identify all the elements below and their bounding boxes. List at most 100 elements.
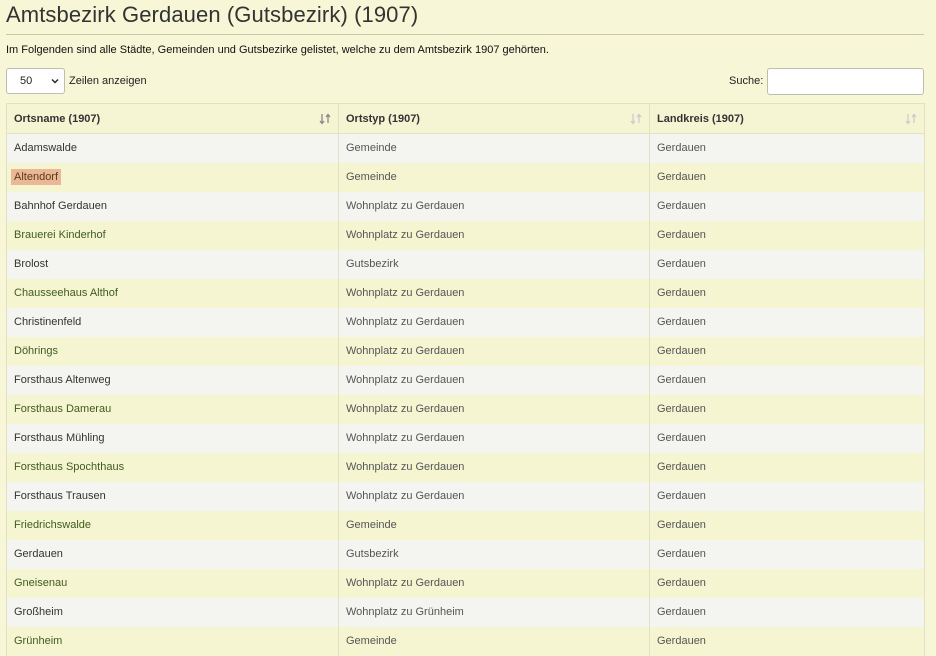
- cell-text: Gemeinde: [346, 519, 397, 531]
- table-body: Adamswalde Gemeinde Gerdauen Altendorf Gemei…: [6, 133, 925, 656]
- cell-text: Gemeinde: [346, 635, 397, 647]
- place-link[interactable]: Adamswalde: [14, 142, 77, 154]
- ortstyp-cell: Wohnplatz zu Gerdauen: [338, 278, 650, 308]
- place-link[interactable]: Döhrings: [14, 345, 58, 357]
- ortsname-cell[interactable]: Döhrings: [6, 336, 339, 366]
- landkreis-cell: Gerdauen: [649, 568, 925, 598]
- landkreis-cell: Gerdauen: [649, 336, 925, 366]
- place-link[interactable]: Brauerei Kinderhof: [14, 229, 106, 241]
- cell-text: Gerdauen: [657, 287, 706, 299]
- cell-text: Wohnplatz zu Gerdauen: [346, 374, 465, 386]
- ortsname-cell[interactable]: Brolost: [6, 249, 339, 279]
- landkreis-cell: Gerdauen: [649, 597, 925, 627]
- table-row[interactable]: Großheim Wohnplatz zu Grünheim Gerdauen: [6, 597, 925, 627]
- rows-per-page-select[interactable]: 50: [6, 68, 65, 94]
- ortsname-cell[interactable]: Großheim: [6, 597, 339, 627]
- ortstyp-cell: Wohnplatz zu Gerdauen: [338, 307, 650, 337]
- place-link[interactable]: Forsthaus Trausen: [14, 490, 106, 502]
- table-row[interactable]: Friedrichswalde Gemeinde Gerdauen: [6, 510, 925, 540]
- ortsname-cell[interactable]: Forsthaus Spochthaus: [6, 452, 339, 482]
- table-row[interactable]: Brauerei Kinderhof Wohnplatz zu Gerdauen G…: [6, 220, 925, 250]
- ortsname-cell[interactable]: Forsthaus Damerau: [6, 394, 339, 424]
- ortstyp-cell: Wohnplatz zu Grünheim: [338, 597, 650, 627]
- table-row[interactable]: Döhrings Wohnplatz zu Gerdauen Gerdauen: [6, 336, 925, 366]
- cell-text: Wohnplatz zu Gerdauen: [346, 403, 465, 415]
- ortsname-cell[interactable]: Chausseehaus Althof: [6, 278, 339, 308]
- cell-text: Gerdauen: [657, 461, 706, 473]
- table-row[interactable]: Forsthaus Altenweg Wohnplatz zu Gerdauen G…: [6, 365, 925, 395]
- ortsname-cell[interactable]: Forsthaus Trausen: [6, 481, 339, 511]
- ortsname-cell[interactable]: Bahnhof Gerdauen: [6, 191, 339, 221]
- ortsname-cell[interactable]: Gneisenau: [6, 568, 339, 598]
- page: Amtsbezirk Gerdauen (Gutsbezirk) (1907) …: [0, 0, 936, 656]
- landkreis-cell: Gerdauen: [649, 394, 925, 424]
- place-link[interactable]: Forsthaus Mühling: [14, 432, 105, 444]
- table-row[interactable]: Adamswalde Gemeinde Gerdauen: [6, 133, 925, 163]
- place-link[interactable]: Altendorf: [11, 169, 62, 185]
- cell-text: Wohnplatz zu Gerdauen: [346, 577, 465, 589]
- cell-text: Gerdauen: [657, 548, 706, 560]
- column-header-label: Ortsname (1907): [14, 112, 101, 125]
- search-input[interactable]: [767, 68, 924, 95]
- chevron-down-icon: [51, 79, 59, 84]
- ortstyp-cell: Wohnplatz zu Gerdauen: [338, 220, 650, 250]
- table-row[interactable]: Altendorf Gemeinde Gerdauen: [6, 162, 925, 192]
- landkreis-cell: Gerdauen: [649, 220, 925, 250]
- sort-arrows-icon: [630, 113, 642, 125]
- cell-text: Wohnplatz zu Gerdauen: [346, 287, 465, 299]
- cell-text: Gerdauen: [657, 374, 706, 386]
- place-link[interactable]: Forsthaus Altenweg: [14, 374, 111, 386]
- landkreis-cell: Gerdauen: [649, 452, 925, 482]
- ortstyp-cell: Wohnplatz zu Gerdauen: [338, 336, 650, 366]
- ortsname-cell[interactable]: Christinenfeld: [6, 307, 339, 337]
- table-row[interactable]: Forsthaus Damerau Wohnplatz zu Gerdauen Ge…: [6, 394, 925, 424]
- table-row[interactable]: Chausseehaus Althof Wohnplatz zu Gerdauen…: [6, 278, 925, 308]
- table-row[interactable]: Forsthaus Mühling Wohnplatz zu Gerdauen Ge…: [6, 423, 925, 453]
- cell-text: Gerdauen: [657, 635, 706, 647]
- place-link[interactable]: Gerdauen: [14, 548, 63, 560]
- place-link[interactable]: Forsthaus Damerau: [14, 403, 111, 415]
- ortsname-cell[interactable]: Friedrichswalde: [6, 510, 339, 540]
- table-row[interactable]: Forsthaus Trausen Wohnplatz zu Gerdauen Ge…: [6, 481, 925, 511]
- cell-text: Wohnplatz zu Gerdauen: [346, 200, 465, 212]
- place-link[interactable]: Christinenfeld: [14, 316, 81, 328]
- table-row[interactable]: Gerdauen Gutsbezirk Gerdauen: [6, 539, 925, 569]
- place-link[interactable]: Grünheim: [14, 635, 62, 647]
- cell-text: Gerdauen: [657, 258, 706, 270]
- place-link[interactable]: Bahnhof Gerdauen: [14, 200, 107, 212]
- intro-text: Im Folgenden sind alle Städte, Gemeinden…: [6, 44, 549, 56]
- ortsname-cell[interactable]: Altendorf: [6, 162, 339, 192]
- landkreis-cell: Gerdauen: [649, 133, 925, 163]
- landkreis-cell: Gerdauen: [649, 510, 925, 540]
- table-row[interactable]: Gneisenau Wohnplatz zu Gerdauen Gerdauen: [6, 568, 925, 598]
- place-link[interactable]: Friedrichswalde: [14, 519, 91, 531]
- place-link[interactable]: Gneisenau: [14, 577, 67, 589]
- cell-text: Wohnplatz zu Gerdauen: [346, 461, 465, 473]
- ortstyp-cell: Wohnplatz zu Gerdauen: [338, 423, 650, 453]
- table-row[interactable]: Forsthaus Spochthaus Wohnplatz zu Gerdaue…: [6, 452, 925, 482]
- column-header-ortsname[interactable]: Ortsname (1907): [6, 103, 339, 134]
- ortstyp-cell: Gutsbezirk: [338, 249, 650, 279]
- ortsname-cell[interactable]: Adamswalde: [6, 133, 339, 163]
- ortsname-cell[interactable]: Forsthaus Mühling: [6, 423, 339, 453]
- table-row[interactable]: Brolost Gutsbezirk Gerdauen: [6, 249, 925, 279]
- column-header-ortstyp[interactable]: Ortstyp (1907): [338, 103, 650, 134]
- place-link[interactable]: Forsthaus Spochthaus: [14, 461, 124, 473]
- place-link[interactable]: Chausseehaus Althof: [14, 287, 118, 299]
- landkreis-cell: Gerdauen: [649, 365, 925, 395]
- ortstyp-cell: Wohnplatz zu Gerdauen: [338, 191, 650, 221]
- place-link[interactable]: Großheim: [14, 606, 63, 618]
- ortsname-cell[interactable]: Gerdauen: [6, 539, 339, 569]
- table-header-row: Ortsname (1907) Ortstyp (1907) Landkreis…: [6, 103, 925, 134]
- landkreis-cell: Gerdauen: [649, 626, 925, 656]
- place-link[interactable]: Brolost: [14, 258, 48, 270]
- ortsname-cell[interactable]: Brauerei Kinderhof: [6, 220, 339, 250]
- table-row[interactable]: Christinenfeld Wohnplatz zu Gerdauen Gerda…: [6, 307, 925, 337]
- ortsname-cell[interactable]: Forsthaus Altenweg: [6, 365, 339, 395]
- table-row[interactable]: Bahnhof Gerdauen Wohnplatz zu Gerdauen Ger…: [6, 191, 925, 221]
- ortsname-cell[interactable]: Grünheim: [6, 626, 339, 656]
- rows-per-page-value: 50: [20, 75, 33, 87]
- cell-text: Wohnplatz zu Gerdauen: [346, 490, 465, 502]
- table-row[interactable]: Grünheim Gemeinde Gerdauen: [6, 626, 925, 656]
- column-header-landkreis[interactable]: Landkreis (1907): [649, 103, 925, 134]
